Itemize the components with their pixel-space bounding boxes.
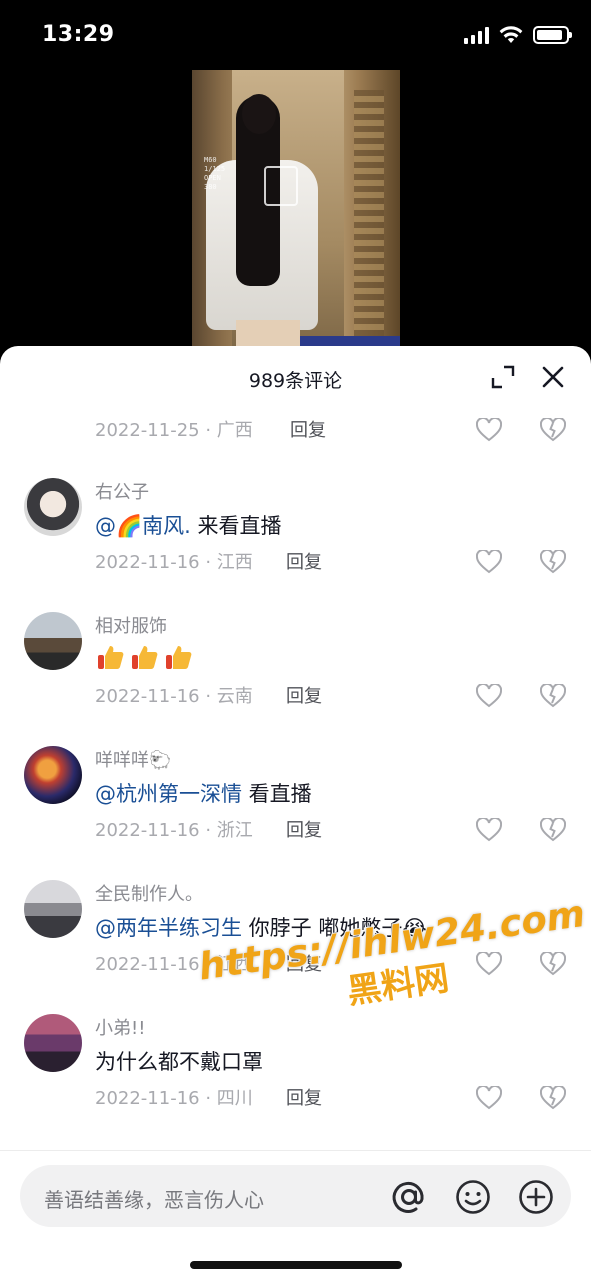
comment-date-location: 2022-11-16 · 浙江	[95, 820, 253, 841]
heart-icon[interactable]	[476, 1086, 502, 1110]
sheet-header: 989条评论	[0, 346, 591, 408]
list-item: 2022-11-25 · 广西 回复	[0, 408, 591, 468]
status-icons	[464, 26, 572, 44]
comment-input-bar: 善语结善缘，恶言伤人心	[0, 1150, 591, 1280]
reply-button[interactable]: 回复	[286, 548, 322, 574]
status-time: 13:29	[42, 22, 115, 47]
video-elevator-panel	[354, 90, 384, 340]
list-item: 全民制作人。 @两年半练习生 你脖子 嘟她憋子😭 2022-11-16 · 江西…	[0, 870, 591, 1004]
list-item: 相对服饰 2022-11-16 · 云南 回复	[0, 602, 591, 736]
thumbs-up-icon	[166, 646, 192, 669]
video-player[interactable]: M60 1/125 OPEN 380	[192, 70, 400, 360]
video-focus-bracket	[264, 166, 298, 206]
comment-text	[95, 642, 197, 672]
comment-input[interactable]: 善语结善缘，恶言伤人心	[20, 1165, 571, 1227]
comment-nickname[interactable]: 小弟!!	[95, 1014, 145, 1040]
comment-body: 你脖子 嘟她憋子😭	[242, 916, 427, 940]
video-overlay-text: M60 1/125 OPEN 380	[204, 156, 226, 191]
battery-level	[537, 30, 563, 40]
broken-heart-icon[interactable]	[540, 684, 566, 708]
home-indicator[interactable]	[190, 1261, 402, 1269]
reply-button[interactable]: 回复	[286, 950, 322, 976]
thumbs-up-icon	[132, 646, 158, 669]
comment-text: @杭州第一深情 看直播	[95, 778, 312, 808]
broken-heart-icon[interactable]	[540, 818, 566, 842]
emoji-icon[interactable]	[454, 1178, 492, 1216]
wifi-icon	[499, 26, 523, 43]
mention-link[interactable]: @杭州第一深情	[95, 782, 242, 806]
mention-link[interactable]: @两年半练习生	[95, 916, 242, 940]
broken-heart-icon[interactable]	[540, 952, 566, 976]
comment-body: 看直播	[242, 782, 312, 806]
cellular-signal-icon	[464, 26, 489, 44]
comment-date-location: 2022-11-16 · 四川	[95, 1088, 253, 1109]
list-item: 小弟!! 为什么都不戴口罩 2022-11-16 · 四川 回复	[0, 1004, 591, 1138]
comment-date-location: 2022-11-16 · 江西	[95, 552, 253, 573]
comment-date-location: 2022-11-16 · 江西	[95, 954, 253, 975]
broken-heart-icon[interactable]	[540, 1086, 566, 1110]
avatar[interactable]	[24, 880, 82, 938]
heart-icon[interactable]	[476, 550, 502, 574]
avatar[interactable]	[24, 612, 82, 670]
expand-icon[interactable]	[490, 364, 516, 390]
comment-nickname[interactable]: 全民制作人。	[95, 880, 203, 906]
comment-nickname[interactable]: 咩咩咩🐑	[95, 746, 171, 772]
mention-link[interactable]: @🌈南风.	[95, 514, 191, 538]
comment-text: @🌈南风. 来看直播	[95, 510, 282, 540]
comment-sheet: 989条评论 2022-11-25 · 广西 回复 右公子 @🌈南风. 来看直播…	[0, 346, 591, 1280]
at-mention-icon[interactable]	[390, 1178, 428, 1216]
reply-button[interactable]: 回复	[286, 1084, 322, 1110]
status-bar: 13:29	[0, 0, 591, 70]
avatar[interactable]	[24, 478, 82, 536]
comment-nickname[interactable]: 右公子	[95, 478, 149, 504]
heart-icon[interactable]	[476, 418, 502, 442]
add-icon[interactable]	[517, 1178, 555, 1216]
reply-button[interactable]: 回复	[286, 682, 322, 708]
comment-text: 为什么都不戴口罩	[95, 1050, 263, 1074]
thumbs-up-icon	[98, 646, 124, 669]
comment-date-location: 2022-11-16 · 云南	[95, 686, 253, 707]
heart-icon[interactable]	[476, 818, 502, 842]
close-icon[interactable]	[540, 364, 566, 390]
video-person-head	[242, 94, 276, 134]
comment-nickname[interactable]: 相对服饰	[95, 612, 167, 638]
battery-icon	[533, 26, 572, 44]
comment-input-placeholder: 善语结善缘，恶言伤人心	[44, 1188, 264, 1212]
broken-heart-icon[interactable]	[540, 550, 566, 574]
heart-icon[interactable]	[476, 952, 502, 976]
broken-heart-icon[interactable]	[540, 418, 566, 442]
list-item: 右公子 @🌈南风. 来看直播 2022-11-16 · 江西 回复	[0, 468, 591, 602]
reply-button[interactable]: 回复	[290, 416, 326, 442]
list-item: 咩咩咩🐑 @杭州第一深情 看直播 2022-11-16 · 浙江 回复	[0, 736, 591, 870]
comment-list: 2022-11-25 · 广西 回复 右公子 @🌈南风. 来看直播 2022-1…	[0, 408, 591, 1138]
reply-button[interactable]: 回复	[286, 816, 322, 842]
heart-icon[interactable]	[476, 684, 502, 708]
avatar[interactable]	[24, 746, 82, 804]
comment-body: 来看直播	[190, 514, 282, 538]
comment-text: @两年半练习生 你脖子 嘟她憋子😭	[95, 912, 427, 942]
avatar[interactable]	[24, 1014, 82, 1072]
comment-date-location: 2022-11-25 · 广西	[95, 420, 253, 441]
